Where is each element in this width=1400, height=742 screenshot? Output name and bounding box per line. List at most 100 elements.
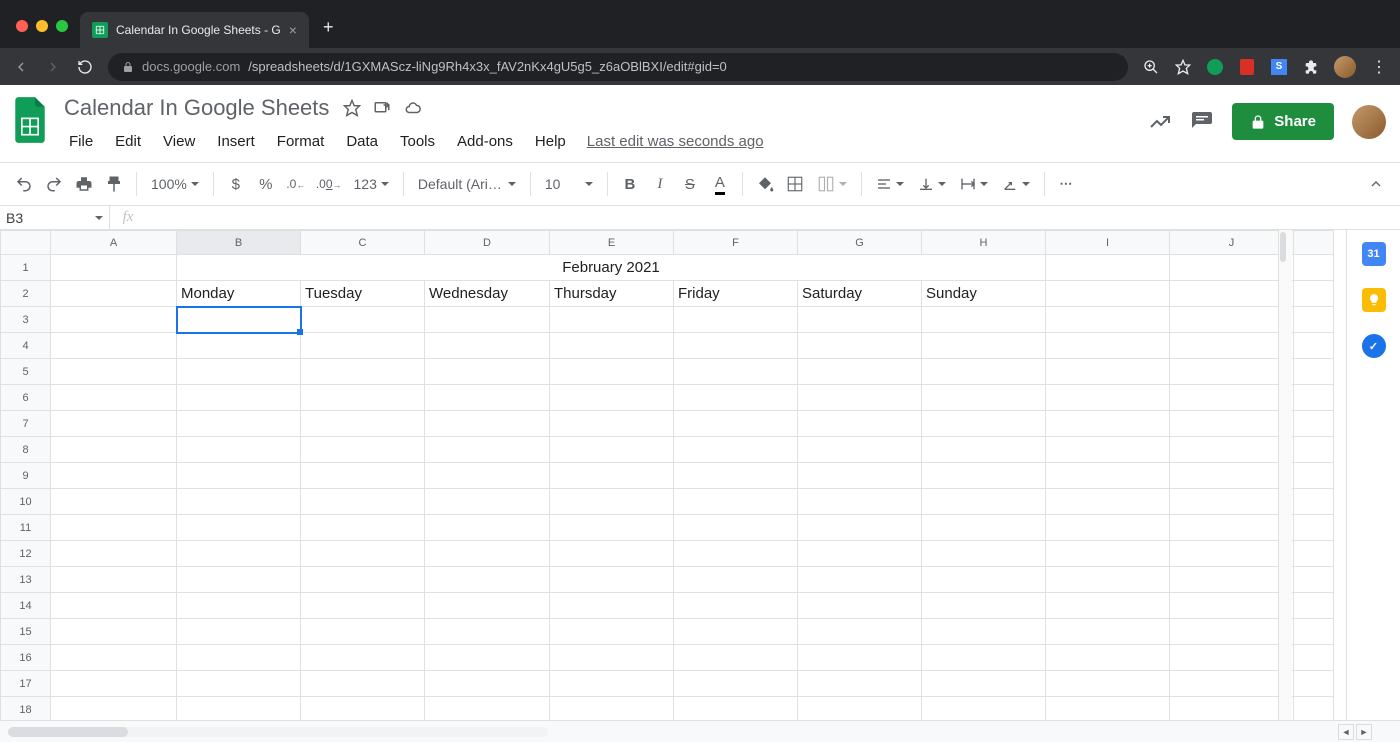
cell-B14[interactable] <box>177 593 301 619</box>
cell-H2[interactable]: Sunday <box>922 281 1046 307</box>
horizontal-scrollbar[interactable] <box>8 727 548 737</box>
cell-I18[interactable] <box>1046 697 1170 721</box>
row-header-3[interactable]: 3 <box>1 307 51 333</box>
cell-D5[interactable] <box>425 359 550 385</box>
cell-F15[interactable] <box>674 619 798 645</box>
cell-J11[interactable] <box>1170 515 1294 541</box>
cell-B11[interactable] <box>177 515 301 541</box>
cell-E11[interactable] <box>550 515 674 541</box>
row-header-4[interactable]: 4 <box>1 333 51 359</box>
borders-button[interactable] <box>781 169 809 199</box>
cell-D9[interactable] <box>425 463 550 489</box>
cell-A10[interactable] <box>51 489 177 515</box>
cell-blank[interactable] <box>1294 463 1334 489</box>
star-icon[interactable] <box>343 99 361 117</box>
cell-J17[interactable] <box>1170 671 1294 697</box>
comments-icon[interactable] <box>1190 110 1214 134</box>
cell-F2[interactable]: Friday <box>674 281 798 307</box>
col-header-B[interactable]: B <box>177 231 301 255</box>
extension-icon-3[interactable]: S <box>1270 58 1288 76</box>
cell-G16[interactable] <box>798 645 922 671</box>
cell-F11[interactable] <box>674 515 798 541</box>
cell-B9[interactable] <box>177 463 301 489</box>
cell-C12[interactable] <box>301 541 425 567</box>
row-header-10[interactable]: 10 <box>1 489 51 515</box>
cell-A18[interactable] <box>51 697 177 721</box>
cell-A6[interactable] <box>51 385 177 411</box>
row-header-11[interactable]: 11 <box>1 515 51 541</box>
col-header-E[interactable]: E <box>550 231 674 255</box>
cell-H10[interactable] <box>922 489 1046 515</box>
bookmark-star-icon[interactable] <box>1174 58 1192 76</box>
cell-G11[interactable] <box>798 515 922 541</box>
next-sheet-icon[interactable]: ► <box>1356 724 1372 740</box>
cell-blank[interactable] <box>1294 307 1334 333</box>
cell-I4[interactable] <box>1046 333 1170 359</box>
cell-blank[interactable] <box>1294 489 1334 515</box>
cell-blank[interactable] <box>1294 619 1334 645</box>
close-tab-icon[interactable]: × <box>289 22 297 38</box>
cell-D8[interactable] <box>425 437 550 463</box>
cell-F3[interactable] <box>674 307 798 333</box>
cell-E2[interactable]: Thursday <box>550 281 674 307</box>
cell-J18[interactable] <box>1170 697 1294 721</box>
extension-icon-2[interactable] <box>1238 58 1256 76</box>
cell-G17[interactable] <box>798 671 922 697</box>
cell-I9[interactable] <box>1046 463 1170 489</box>
cell-E10[interactable] <box>550 489 674 515</box>
col-header-H[interactable]: H <box>922 231 1046 255</box>
new-tab-button[interactable]: + <box>309 17 348 48</box>
move-icon[interactable] <box>373 99 391 117</box>
cell-H5[interactable] <box>922 359 1046 385</box>
row-header-5[interactable]: 5 <box>1 359 51 385</box>
cell-blank[interactable] <box>1294 411 1334 437</box>
row-header-15[interactable]: 15 <box>1 619 51 645</box>
menu-file[interactable]: File <box>60 129 102 154</box>
cell-G3[interactable] <box>798 307 922 333</box>
cell-C7[interactable] <box>301 411 425 437</box>
cell-E14[interactable] <box>550 593 674 619</box>
bold-button[interactable]: B <box>616 169 644 199</box>
row-header-1[interactable]: 1 <box>1 255 51 281</box>
cell-B4[interactable] <box>177 333 301 359</box>
forward-button[interactable] <box>44 58 62 76</box>
cell-B6[interactable] <box>177 385 301 411</box>
v-align-button[interactable] <box>912 176 952 192</box>
cell-J16[interactable] <box>1170 645 1294 671</box>
cell-J15[interactable] <box>1170 619 1294 645</box>
cell-D4[interactable] <box>425 333 550 359</box>
cell-H11[interactable] <box>922 515 1046 541</box>
merge-cells-button[interactable] <box>811 175 853 193</box>
cell-I1[interactable] <box>1046 255 1170 281</box>
cell-C14[interactable] <box>301 593 425 619</box>
col-header-blank[interactable] <box>1294 231 1334 255</box>
cell-H8[interactable] <box>922 437 1046 463</box>
maximize-window[interactable] <box>56 20 68 32</box>
cell-J7[interactable] <box>1170 411 1294 437</box>
zoom-dropdown[interactable]: 100% <box>145 176 205 192</box>
col-header-C[interactable]: C <box>301 231 425 255</box>
cell-blank[interactable] <box>1294 385 1334 411</box>
spreadsheet-grid[interactable]: ABCDEFGHIJ1February 20212MondayTuesdayWe… <box>0 230 1334 720</box>
cell-E7[interactable] <box>550 411 674 437</box>
cell-I13[interactable] <box>1046 567 1170 593</box>
cell-F8[interactable] <box>674 437 798 463</box>
cell-F10[interactable] <box>674 489 798 515</box>
cell-A4[interactable] <box>51 333 177 359</box>
cell-C10[interactable] <box>301 489 425 515</box>
cell-I5[interactable] <box>1046 359 1170 385</box>
row-header-18[interactable]: 18 <box>1 697 51 721</box>
cell-G7[interactable] <box>798 411 922 437</box>
cell-H9[interactable] <box>922 463 1046 489</box>
increase-decimal-button[interactable]: .00→ <box>312 169 346 199</box>
text-color-button[interactable]: A <box>706 169 734 199</box>
cell-J1[interactable] <box>1170 255 1294 281</box>
window-controls[interactable] <box>0 20 80 48</box>
cell-C18[interactable] <box>301 697 425 721</box>
cell-A9[interactable] <box>51 463 177 489</box>
cell-A5[interactable] <box>51 359 177 385</box>
account-avatar[interactable] <box>1352 105 1386 139</box>
cell-F7[interactable] <box>674 411 798 437</box>
row-header-13[interactable]: 13 <box>1 567 51 593</box>
font-size-dropdown[interactable]: 10 <box>539 176 599 192</box>
